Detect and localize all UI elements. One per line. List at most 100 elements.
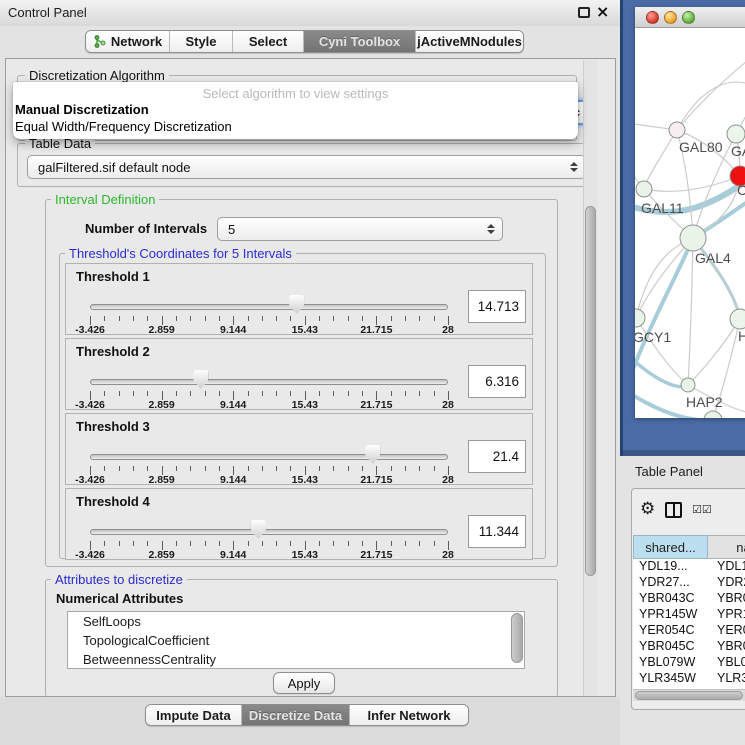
slider-handle[interactable] bbox=[365, 445, 380, 464]
network-node[interactable] bbox=[681, 378, 695, 392]
cell-shared-name[interactable]: YBL079W bbox=[633, 655, 708, 671]
cell-name[interactable]: YLR3 bbox=[708, 671, 745, 687]
cell-name[interactable]: YBR0 bbox=[708, 639, 745, 655]
slider-track[interactable] bbox=[90, 379, 448, 385]
threshold-panel: Threshold 4 -3.4262.8599.14415.4321.7152… bbox=[65, 488, 533, 560]
threshold-panel: Threshold 1 -3.4262.8599.14415.4321.7152… bbox=[65, 263, 533, 335]
cell-name[interactable]: YER0 bbox=[708, 623, 745, 639]
table-row[interactable]: YDR27...YDR2 bbox=[633, 575, 745, 591]
slider-tick bbox=[147, 316, 148, 321]
network-window-titlebar[interactable] bbox=[635, 7, 745, 28]
close-icon[interactable]: × bbox=[596, 2, 609, 21]
dropdown-option-equal-width[interactable]: Equal Width/Frequency Discretization bbox=[15, 119, 232, 134]
network-node[interactable] bbox=[669, 122, 685, 138]
tab-style[interactable]: Style bbox=[170, 31, 233, 52]
table-row[interactable]: YDL19...YDL1 bbox=[633, 559, 745, 575]
threshold-value-field[interactable]: 11.344 bbox=[468, 515, 526, 548]
slider-handle[interactable] bbox=[193, 370, 208, 389]
tab-network[interactable]: Network bbox=[86, 31, 170, 52]
cell-name[interactable]: YDL1 bbox=[708, 559, 745, 575]
table-hscrollbar-thumb[interactable] bbox=[635, 691, 743, 700]
network-node[interactable] bbox=[635, 309, 645, 327]
network-edge[interactable] bbox=[644, 176, 740, 191]
network-edge[interactable] bbox=[636, 238, 693, 318]
tab-infer-network[interactable]: Infer Network bbox=[350, 705, 468, 725]
network-edge[interactable] bbox=[636, 238, 693, 318]
network-node[interactable] bbox=[730, 309, 745, 329]
cell-shared-name[interactable]: YPR145W bbox=[633, 607, 708, 623]
attributes-list-scrollbar[interactable] bbox=[511, 613, 523, 663]
threshold-slider[interactable]: -3.4262.8599.14415.4321.71528 bbox=[66, 264, 466, 336]
network-edge[interactable] bbox=[635, 358, 688, 387]
tab-select[interactable]: Select bbox=[233, 31, 304, 52]
tab-impute-data[interactable]: Impute Data bbox=[146, 705, 242, 725]
slider-track[interactable] bbox=[90, 454, 448, 460]
slider-handle[interactable] bbox=[289, 295, 304, 314]
column-header-name[interactable]: name bbox=[708, 535, 745, 559]
apply-button[interactable]: Apply bbox=[273, 672, 335, 694]
slider-tick bbox=[419, 466, 420, 471]
dropdown-option-manual[interactable]: Manual Discretization bbox=[15, 102, 149, 117]
column-layout-icon[interactable] bbox=[665, 502, 682, 518]
slider-tick bbox=[276, 541, 277, 546]
network-canvas[interactable]: GAL80GACGAL11GAL4GCY1HHAP2 bbox=[635, 28, 745, 418]
slider-track[interactable] bbox=[90, 529, 448, 535]
number-of-intervals-spinner[interactable]: 5 bbox=[217, 217, 503, 241]
table-data-combobox[interactable]: galFiltered.sif default node bbox=[27, 155, 586, 179]
slider-track[interactable] bbox=[90, 304, 448, 310]
table-hscrollbar[interactable] bbox=[633, 689, 745, 701]
cell-shared-name[interactable]: YBR043C bbox=[633, 591, 708, 607]
network-edge[interactable] bbox=[677, 82, 745, 130]
cell-name[interactable]: YDR2 bbox=[708, 575, 745, 591]
tab-discretize-data[interactable]: Discretize Data bbox=[242, 705, 350, 725]
threshold-value-field[interactable]: 21.4 bbox=[468, 440, 526, 473]
tab-cyni-toolbox[interactable]: Cyni Toolbox bbox=[304, 31, 416, 52]
zoom-traffic-light[interactable] bbox=[682, 11, 695, 24]
numerical-attributes-list[interactable]: SelfLoopsTopologicalCoefficientBetweenne… bbox=[67, 611, 525, 669]
close-traffic-light[interactable] bbox=[646, 11, 659, 24]
tab-jactivemnodules[interactable]: jActiveMNodules bbox=[416, 31, 523, 52]
network-edge[interactable] bbox=[688, 238, 693, 385]
table-row[interactable]: YBR045CYBR0 bbox=[633, 639, 745, 655]
cell-shared-name[interactable]: YDR27... bbox=[633, 575, 708, 591]
table-row[interactable]: YLR345WYLR3 bbox=[633, 671, 745, 687]
network-node-label: GCY1 bbox=[635, 329, 671, 345]
minimize-traffic-light[interactable] bbox=[664, 11, 677, 24]
network-edge[interactable] bbox=[635, 238, 693, 375]
slider-handle[interactable] bbox=[251, 520, 266, 539]
cell-shared-name[interactable]: YDL19... bbox=[633, 559, 708, 575]
column-header-shared-name[interactable]: shared... bbox=[633, 535, 708, 559]
slider-tick-label: 28 bbox=[442, 324, 454, 336]
panel-scrollbar-thumb[interactable] bbox=[585, 206, 596, 576]
cell-shared-name[interactable]: YBR045C bbox=[633, 639, 708, 655]
network-node[interactable] bbox=[680, 225, 706, 251]
threshold-slider[interactable]: -3.4262.8599.14415.4321.71528 bbox=[66, 339, 466, 411]
number-of-intervals-label: Number of Intervals bbox=[85, 221, 207, 236]
network-node[interactable] bbox=[727, 125, 745, 143]
table-row[interactable]: YPR145WYPR1 bbox=[633, 607, 745, 623]
attribute-list-item[interactable]: BetweennessCentrality bbox=[68, 650, 524, 669]
attribute-list-item[interactable]: SelfLoops bbox=[68, 612, 524, 631]
threshold-slider[interactable]: -3.4262.8599.14415.4321.71528 bbox=[66, 489, 466, 561]
network-edge[interactable] bbox=[644, 130, 677, 189]
threshold-slider[interactable]: -3.4262.8599.14415.4321.71528 bbox=[66, 414, 466, 486]
cell-shared-name[interactable]: YLR345W bbox=[633, 671, 708, 687]
network-edge[interactable] bbox=[677, 56, 745, 130]
network-node[interactable] bbox=[704, 411, 722, 418]
threshold-value-field[interactable]: 6.316 bbox=[468, 365, 526, 398]
checkbox-icons[interactable]: ☑☑ bbox=[692, 503, 712, 516]
cell-name[interactable]: YBL0 bbox=[708, 655, 745, 671]
float-icon[interactable] bbox=[578, 7, 590, 18]
network-node[interactable] bbox=[636, 181, 652, 197]
attribute-list-item[interactable]: TopologicalCoefficient bbox=[68, 631, 524, 650]
cell-name[interactable]: YPR1 bbox=[708, 607, 745, 623]
cell-name[interactable]: YBR0 bbox=[708, 591, 745, 607]
table-row[interactable]: YER054CYER0 bbox=[633, 623, 745, 639]
gear-icon[interactable]: ⚙ bbox=[640, 499, 655, 519]
slider-tick bbox=[434, 466, 435, 471]
table-row[interactable]: YBR043CYBR0 bbox=[633, 591, 745, 607]
threshold-value-field[interactable]: 14.713 bbox=[468, 290, 526, 323]
slider-tick bbox=[405, 466, 406, 471]
cell-shared-name[interactable]: YER054C bbox=[633, 623, 708, 639]
table-row[interactable]: YBL079WYBL0 bbox=[633, 655, 745, 671]
